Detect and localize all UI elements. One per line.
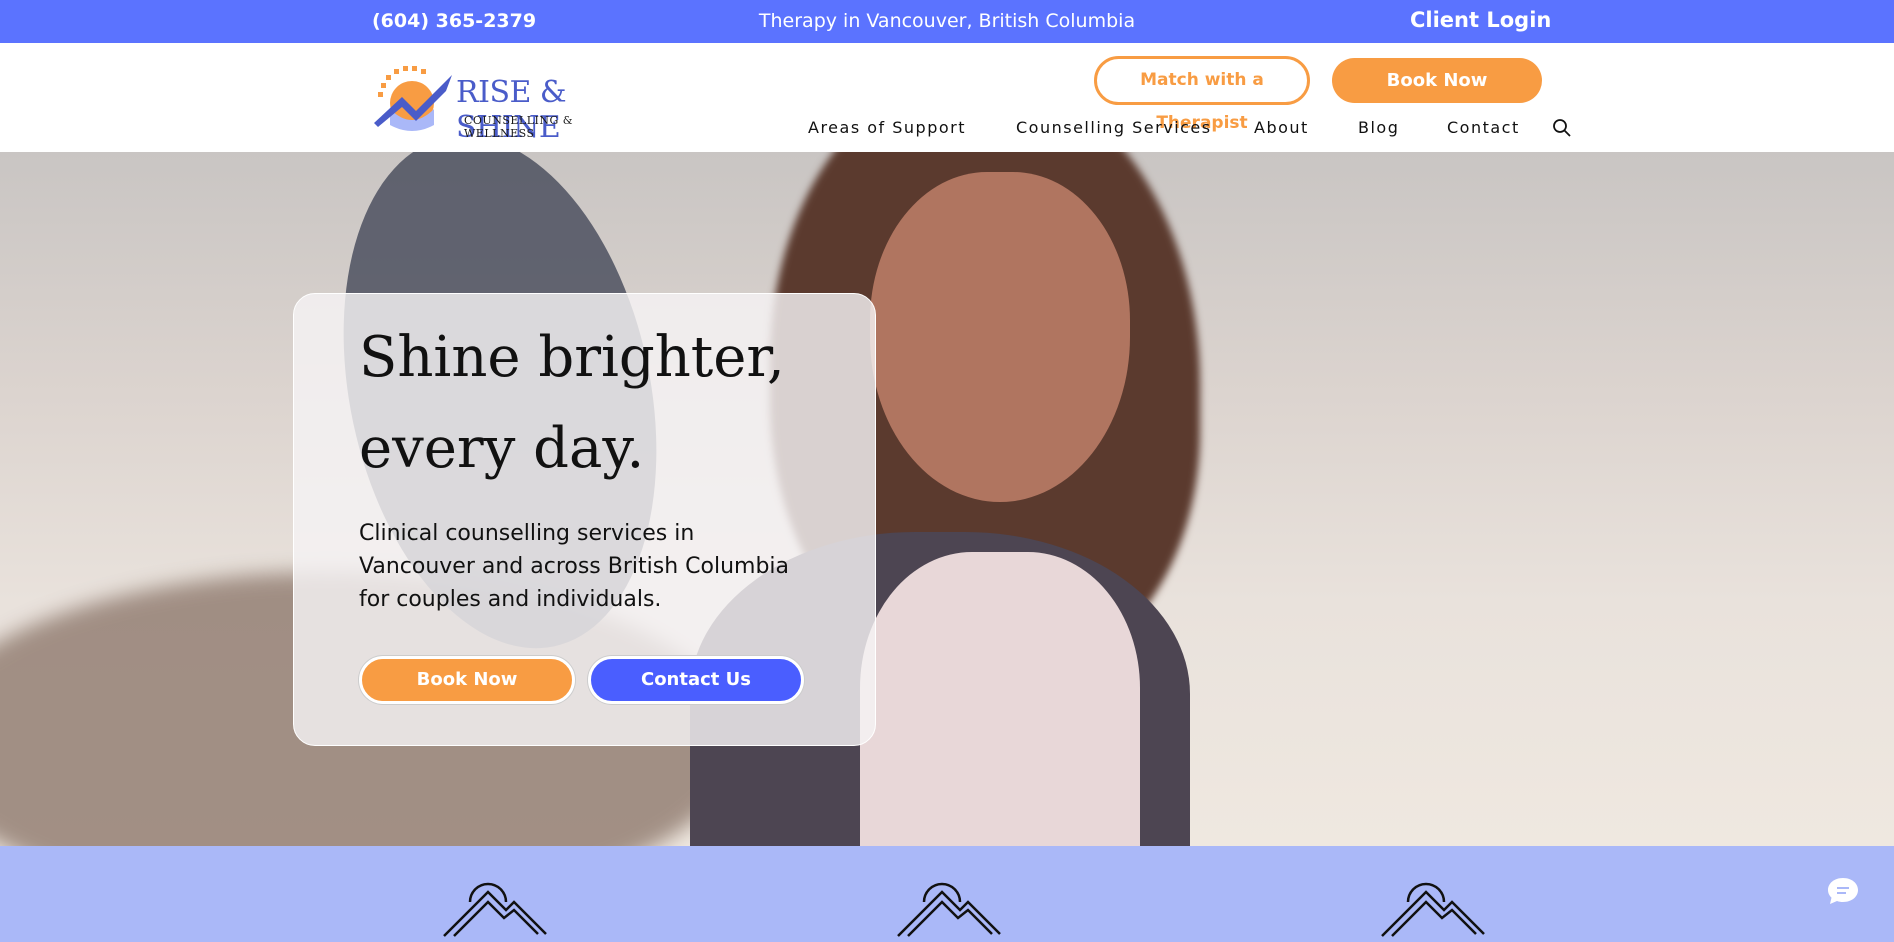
logo-emblem-icon <box>374 66 452 131</box>
top-bar: Therapy in Vancouver, British Columbia (… <box>0 0 1894 43</box>
nav-item-contact[interactable]: Contact <box>1447 118 1520 137</box>
book-now-header-button[interactable]: Book Now <box>1332 58 1542 103</box>
book-now-button[interactable]: Book Now <box>359 656 575 704</box>
nav-item-about[interactable]: About <box>1254 118 1309 137</box>
location-tagline: Therapy in Vancouver, British Columbia <box>758 10 1136 32</box>
logo-subtitle-text: COUNSELLING & WELLNESS <box>464 114 574 140</box>
site-header: RISE & SHINE COUNSELLING & WELLNESS Matc… <box>0 43 1894 152</box>
hero-section: Shine brighter, every day. Clinical coun… <box>0 152 1894 846</box>
hero-headline-line-2: every day. <box>359 416 645 481</box>
contact-us-button[interactable]: Contact Us <box>588 656 804 704</box>
mountain-sun-icon <box>443 882 547 937</box>
mountain-sun-icon <box>897 882 1001 937</box>
chat-icon[interactable] <box>1826 874 1860 908</box>
mountain-sun-icon <box>1381 882 1485 937</box>
search-icon[interactable] <box>1552 118 1572 138</box>
nav-item-blog[interactable]: Blog <box>1358 118 1399 137</box>
match-therapist-button[interactable]: Match with a Therapist <box>1094 56 1310 133</box>
nav-item-areas-of-support[interactable]: Areas of Support <box>808 118 966 137</box>
hero-card: Shine brighter, every day. Clinical coun… <box>293 293 876 746</box>
hero-description: Clinical counselling services in Vancouv… <box>359 521 790 612</box>
client-login-link[interactable]: Client Login <box>1410 8 1551 32</box>
site-logo[interactable]: RISE & SHINE COUNSELLING & WELLNESS <box>372 61 632 145</box>
hero-headline-line-1: Shine brighter, <box>359 325 785 390</box>
phone-link[interactable]: (604) 365-2379 <box>372 10 536 32</box>
hero-headline: Shine brighter, every day. <box>359 312 839 494</box>
nav-item-counselling-services[interactable]: Counselling Services <box>1016 118 1212 137</box>
